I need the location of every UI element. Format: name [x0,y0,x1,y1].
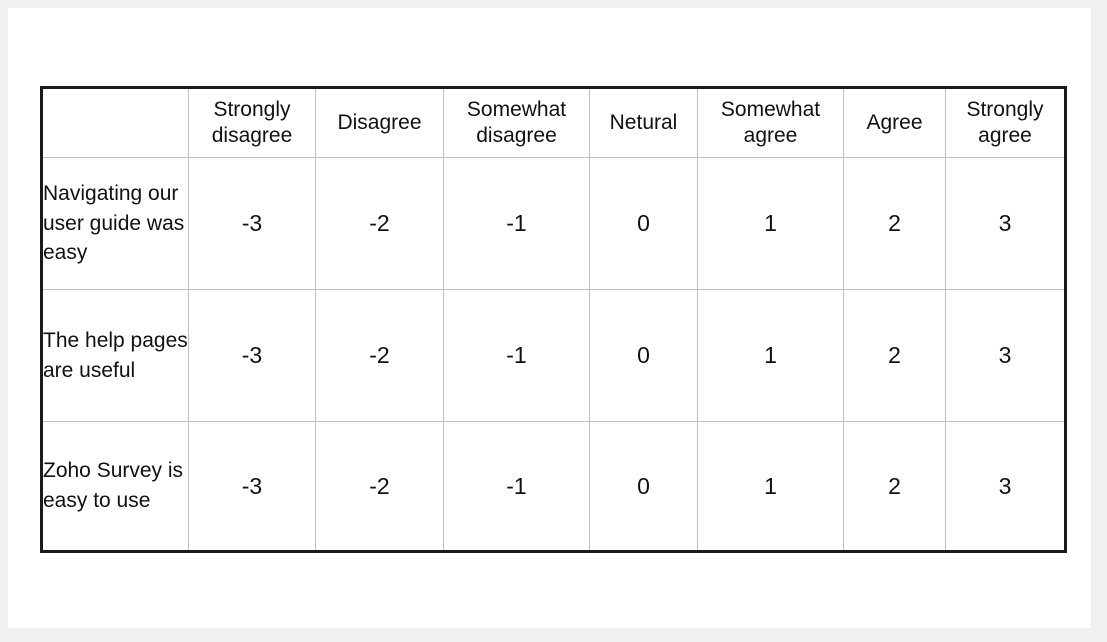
score-cell[interactable]: -3 [189,290,316,422]
column-header-somewhat-agree: Somewhat agree [698,88,844,158]
score-cell[interactable]: 2 [844,158,946,290]
score-cell[interactable]: 1 [698,422,844,552]
score-cell[interactable]: 0 [590,158,698,290]
column-header-netural: Netural [590,88,698,158]
column-header-somewhat-disagree: Somewhat disagree [444,88,590,158]
score-cell[interactable]: 1 [698,158,844,290]
table-row: The help pages are useful -3 -2 -1 0 1 2… [42,290,1066,422]
header-row: Strongly disagree Disagree Somewhat disa… [42,88,1066,158]
score-cell[interactable]: 0 [590,290,698,422]
table-row: Zoho Survey is easy to use -3 -2 -1 0 1 … [42,422,1066,552]
column-header-strongly-agree: Strongly agree [946,88,1066,158]
table-corner-cell [42,88,189,158]
score-cell[interactable]: -2 [316,422,444,552]
table-body: Navigating our user guide was easy -3 -2… [42,158,1066,552]
page-canvas: Strongly disagree Disagree Somewhat disa… [8,8,1091,628]
table-header: Strongly disagree Disagree Somewhat disa… [42,88,1066,158]
score-cell[interactable]: 3 [946,290,1066,422]
score-cell[interactable]: -1 [444,158,590,290]
score-cell[interactable]: 2 [844,290,946,422]
score-cell[interactable]: -3 [189,422,316,552]
score-cell[interactable]: -1 [444,422,590,552]
score-cell[interactable]: -3 [189,158,316,290]
score-cell[interactable]: -2 [316,158,444,290]
score-cell[interactable]: 1 [698,290,844,422]
column-header-disagree: Disagree [316,88,444,158]
row-statement-label: Zoho Survey is easy to use [42,422,189,552]
score-cell[interactable]: 3 [946,422,1066,552]
score-cell[interactable]: -1 [444,290,590,422]
score-cell[interactable]: 2 [844,422,946,552]
column-header-agree: Agree [844,88,946,158]
table-row: Navigating our user guide was easy -3 -2… [42,158,1066,290]
score-cell[interactable]: 3 [946,158,1066,290]
column-header-strongly-disagree: Strongly disagree [189,88,316,158]
score-cell[interactable]: 0 [590,422,698,552]
likert-scoring-table: Strongly disagree Disagree Somewhat disa… [40,86,1067,553]
row-statement-label: Navigating our user guide was easy [42,158,189,290]
row-statement-label: The help pages are useful [42,290,189,422]
score-cell[interactable]: -2 [316,290,444,422]
